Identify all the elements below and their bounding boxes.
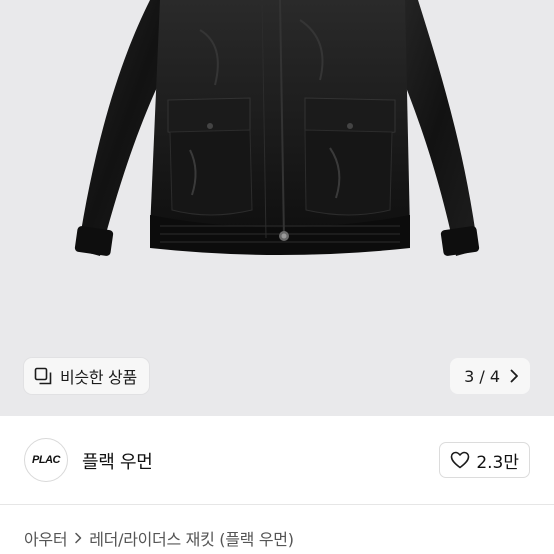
similar-items-button[interactable]: 비슷한 상품	[24, 358, 149, 394]
similar-items-label: 비슷한 상품	[60, 368, 137, 387]
breadcrumb: 아우터 레더/라이더스 재킷 (플랙 우먼)	[24, 526, 294, 550]
chevron-right-icon	[510, 369, 518, 383]
brand-logo[interactable]: PLAC	[24, 438, 68, 482]
product-detail-screen: 비슷한 상품 3 / 4 PLAC 플랙 우먼 2.3만 아우터 레더/라이더스…	[0, 0, 554, 554]
breadcrumb-category[interactable]: 아우터	[24, 526, 68, 550]
similar-items-icon	[34, 367, 52, 385]
product-image-area[interactable]: 비슷한 상품 3 / 4	[0, 0, 554, 416]
like-button[interactable]: 2.3만	[439, 442, 530, 478]
product-image	[74, 0, 480, 256]
seller-row: PLAC 플랙 우먼 2.3만	[0, 416, 554, 504]
brand-logo-text: PLAC	[32, 454, 60, 466]
image-counter: 3 / 4	[464, 366, 500, 386]
brand-name-link[interactable]: 플랙 우먼	[82, 448, 153, 474]
like-count: 2.3만	[476, 452, 519, 473]
breadcrumb-subcategory[interactable]: 레더/라이더스 재킷 (플랙 우먼)	[89, 526, 294, 550]
heart-outline-icon	[451, 451, 470, 469]
chevron-right-icon	[75, 532, 82, 544]
section-divider	[0, 504, 554, 505]
image-pager-button[interactable]: 3 / 4	[450, 358, 530, 394]
